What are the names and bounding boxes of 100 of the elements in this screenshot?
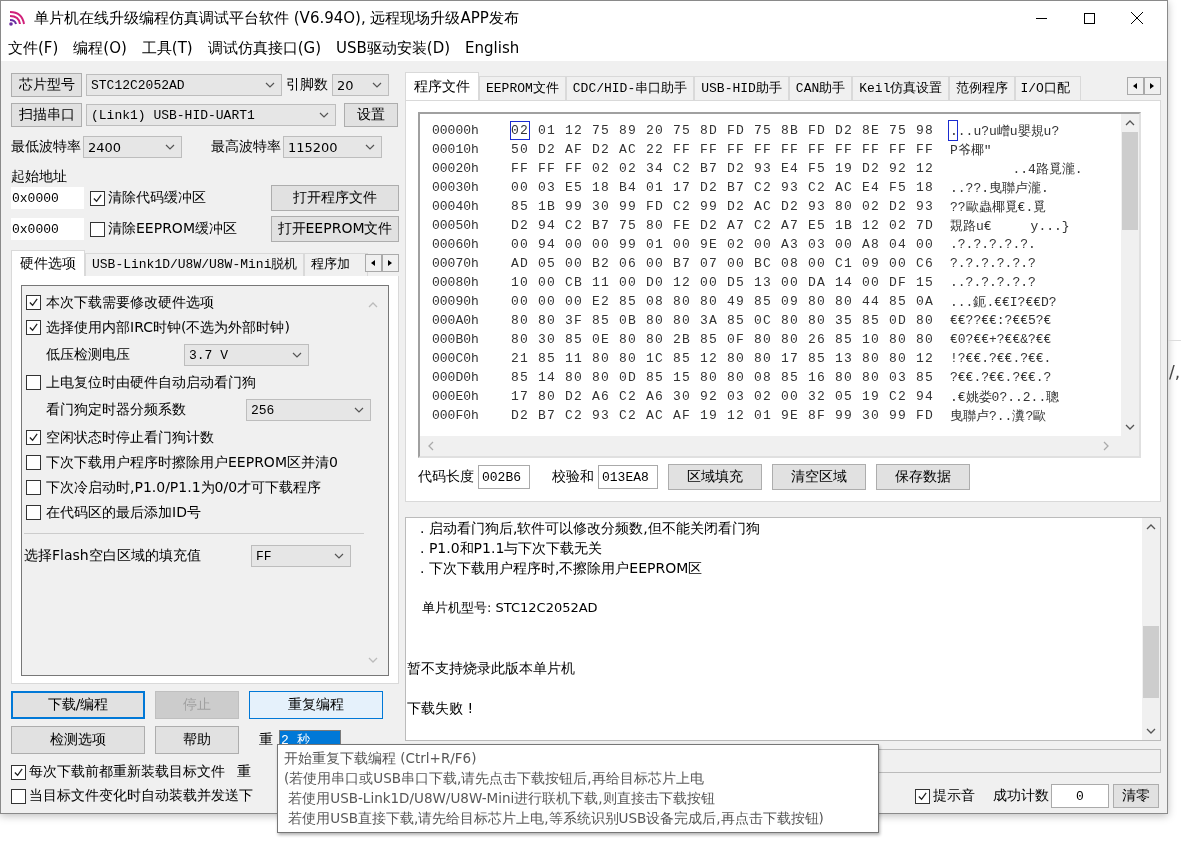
hex-ascii: 覝路u€ y...} — [949, 217, 1070, 235]
log-line: . P1.0和P1.1与下次下载无关 — [419, 539, 604, 558]
tab[interactable]: USB-HID助手 — [694, 76, 789, 100]
action-button[interactable]: 清空区域 — [772, 464, 866, 490]
dropdown[interactable]: FF — [251, 545, 351, 567]
action-button[interactable]: 区域填充 — [668, 464, 762, 490]
hex-ascii: 曳聯卢?..瀵?歐 — [949, 407, 1047, 425]
tab[interactable]: I/O口配 — [1015, 76, 1082, 100]
dropdown[interactable]: 115200 — [283, 136, 382, 158]
checkbox[interactable] — [915, 788, 930, 804]
vertical-scrollbar[interactable] — [1121, 114, 1139, 436]
success-count-label: 成功计数 — [993, 787, 1049, 805]
dropdown[interactable]: 3.7 V — [184, 344, 309, 366]
hex-ascii: ?.?.?.?.?.? — [949, 256, 1036, 271]
checkbox[interactable] — [90, 221, 105, 237]
checkbox[interactable] — [26, 320, 41, 335]
log-line: 暂不支持烧录此版本单片机 — [406, 659, 576, 678]
log-line: 单片机型号: STC12C2052AD — [421, 599, 599, 617]
checkbox[interactable] — [90, 190, 105, 206]
menu-item[interactable]: USB驱动安装(D) — [329, 38, 459, 58]
action-button[interactable]: 保存数据 — [876, 464, 970, 490]
hex-address: 00090h — [432, 294, 480, 309]
hex-address: 00060h — [432, 237, 480, 252]
menu-item[interactable]: English — [458, 39, 528, 57]
dropdown[interactable]: 256 — [246, 399, 371, 421]
open-program-button[interactable]: 打开程序文件 — [271, 185, 399, 211]
window-title: 单片机在线升级编程仿真调试平台软件 (V6.94O), 远程现场升级APP发布 — [34, 8, 519, 28]
settings-button[interactable]: 设置 — [344, 103, 398, 127]
address-field[interactable]: 0x0000 — [11, 218, 84, 240]
scroll-down-icon[interactable] — [1146, 728, 1156, 734]
tab[interactable]: CDC/HID-串口助手 — [565, 76, 695, 100]
scroll-down-icon[interactable] — [1125, 424, 1135, 430]
vertical-scrollbar[interactable] — [1142, 518, 1160, 740]
hex-bytes: 50 D2 AF D2 AC 22 FF FF FF FF FF FF FF FF FF FF — [511, 142, 936, 157]
scrollbar-thumb[interactable] — [1122, 132, 1138, 230]
help-button[interactable]: 帮助 — [155, 726, 239, 754]
tab-scroll-arrows-icon[interactable] — [365, 254, 399, 272]
hex-bytes: FF FF FF 02 02 34 C2 B7 D2 93 E4 F5 19 D2 92 12 — [511, 161, 936, 176]
dropdown[interactable]: 20 — [332, 74, 389, 96]
menu-item[interactable]: 工具(T) — [134, 38, 201, 58]
hex-ascii: P爷椰" — [949, 141, 992, 159]
hex-bytes: 85 1B 99 30 99 FD C2 99 D2 AC D2 93 80 02 D2 93 — [511, 199, 936, 214]
tab[interactable]: 程序加 — [304, 253, 369, 276]
option-label: 空闲状态时停止看门狗计数 — [46, 428, 214, 447]
repeat-program-button[interactable]: 重复编程 — [249, 691, 383, 719]
tab-scroll-arrows-icon[interactable] — [1127, 77, 1161, 95]
tab[interactable]: USB-Link1D/U8W/U8W-Mini脱机 — [85, 253, 305, 276]
checkbox[interactable] — [26, 430, 41, 445]
checkbox-label: 当目标文件变化时自动装载并发送下 — [29, 787, 253, 805]
dropdown[interactable]: 2400 — [83, 136, 182, 158]
max-baud-label: 最高波特率 — [211, 138, 281, 156]
checkbox-label: 提示音 — [933, 787, 975, 805]
checkbox[interactable] — [11, 788, 26, 804]
chip-model-button[interactable]: 芯片型号 — [11, 73, 82, 97]
tooltip-line: 开始重复下载编程 (Ctrl+R/F6) — [284, 749, 478, 768]
checkbox[interactable] — [26, 455, 41, 470]
tab[interactable]: 硬件选项 — [11, 250, 85, 276]
menu-item[interactable]: 文件(F) — [1, 38, 67, 58]
check-options-button[interactable]: 检测选项 — [11, 726, 145, 754]
hex-bytes: 02 01 12 75 89 20 75 8D FD 75 8B FD D2 8E 75 98 — [511, 123, 936, 138]
checkbox[interactable] — [26, 480, 41, 495]
tab[interactable]: 范例程序 — [949, 76, 1016, 100]
hex-address: 000C0h — [432, 351, 480, 366]
hex-bytes: AD 05 00 B2 06 00 B7 07 00 BC 08 00 C1 09 00 C6 — [511, 256, 936, 271]
hex-bytes: 00 94 00 00 99 01 00 9E 02 00 A3 03 00 A8 04 00 — [511, 237, 936, 252]
checkbox[interactable] — [26, 505, 41, 520]
checkbox[interactable] — [26, 295, 41, 310]
option-label: 在代码区的最后添加ID号 — [46, 503, 201, 522]
tab[interactable]: EEPROM文件 — [479, 76, 566, 100]
code-length-field[interactable]: 002B6 — [478, 465, 530, 489]
menu-item[interactable]: 编程(O) — [66, 38, 135, 58]
log-line: . 启动看门狗后,软件可以修改分频数,但不能关闭看门狗 — [419, 519, 761, 538]
checkbox-label: 清除EEPROM缓冲区 — [108, 220, 237, 238]
close-icon — [1131, 12, 1143, 24]
download-button[interactable]: 下载/编程 — [11, 691, 145, 719]
checkbox[interactable] — [11, 764, 26, 780]
hex-address: 00020h — [432, 161, 480, 176]
scroll-up-icon[interactable] — [1125, 120, 1135, 126]
menu-item[interactable]: 调试仿真接口(G) — [200, 38, 330, 58]
option-label: 下次冷启动时,P1.0/P1.1为0/0才可下载程序 — [46, 478, 322, 497]
tab[interactable]: 程序文件 — [405, 72, 479, 100]
dropdown[interactable]: (Link1) USB-HID-UART1 — [86, 104, 336, 126]
checksum-field[interactable]: 013EA8 — [598, 465, 658, 489]
option-label: 低压检测电压 — [45, 346, 131, 364]
open-eeprom-button[interactable]: 打开EEPROM文件 — [271, 216, 399, 242]
repeat-count-label: 重 — [237, 763, 251, 781]
chevron-down-icon — [365, 144, 375, 150]
tab[interactable]: CAN助手 — [788, 76, 853, 100]
reset-button[interactable]: 清零 — [1113, 784, 1159, 808]
scrollbar-thumb[interactable] — [1143, 626, 1159, 698]
checkbox[interactable] — [26, 375, 41, 390]
tab[interactable]: Keil仿真设置 — [852, 76, 950, 100]
option-label: 上电复位时由硬件自动启动看门狗 — [46, 373, 256, 392]
scan-port-button[interactable]: 扫描串口 — [11, 103, 82, 127]
chevron-down-icon — [354, 407, 364, 413]
address-field[interactable]: 0x0000 — [11, 187, 84, 209]
success-count-field[interactable]: 0 — [1051, 784, 1109, 808]
hex-ascii: ..4路覓瀧. — [1011, 160, 1083, 178]
scroll-up-icon[interactable] — [1146, 524, 1156, 530]
dropdown[interactable]: STC12C2052AD — [86, 74, 282, 96]
